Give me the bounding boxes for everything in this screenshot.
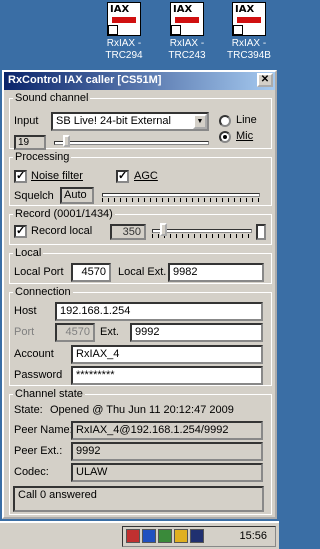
- password-input[interactable]: *********: [71, 366, 263, 385]
- channel-state-legend: Channel state: [15, 388, 83, 400]
- peer-name-label: Peer Name:: [14, 424, 73, 436]
- desktop-icon-label: RxIAX -: [106, 38, 142, 49]
- signal-tray-icon[interactable]: [142, 529, 156, 543]
- codec-value: ULAW: [71, 463, 263, 482]
- window-title: RxControl IAX caller [CS51M]: [8, 74, 162, 86]
- processing-legend: Processing: [15, 151, 70, 163]
- connection-group: Connection Host 192.168.1.254 Port 4570 …: [9, 286, 272, 386]
- input-device-select[interactable]: SB Live! 24-bit External ▼: [51, 112, 209, 131]
- peer-name-value: RxIAX_4@192.168.1.254/9992: [71, 421, 263, 440]
- record-level-slider[interactable]: [152, 229, 252, 233]
- local-ext-label: Local Ext.: [118, 266, 167, 278]
- rxcontrol-window: RxControl IAX caller [CS51M] ✕ Sound cha…: [2, 70, 277, 519]
- record-local-checkbox[interactable]: ✓: [14, 225, 27, 238]
- connection-legend: Connection: [15, 286, 71, 298]
- noise-filter-checkbox[interactable]: ✓: [14, 170, 27, 183]
- record-level-value: 350: [110, 224, 146, 240]
- desktop-icon-label: TRC394B: [227, 50, 271, 61]
- state-value: Opened @ Thu Jun 11 20:12:47 2009: [50, 404, 234, 416]
- window-titlebar[interactable]: RxControl IAX caller [CS51M] ✕: [4, 72, 275, 90]
- input-level-slider-thumb[interactable]: [62, 135, 70, 147]
- line-radio[interactable]: [219, 115, 231, 127]
- ext-input[interactable]: 9992: [130, 323, 263, 342]
- input-level-value: 19: [14, 135, 46, 150]
- local-ext-input[interactable]: 9982: [168, 263, 264, 282]
- squelch-label: Squelch: [14, 190, 54, 202]
- record-slider-ticks: [152, 234, 252, 238]
- input-device-value: SB Live! 24-bit External: [56, 115, 171, 127]
- host-input[interactable]: 192.168.1.254: [55, 302, 263, 321]
- desktop-icon-trc394b[interactable]: IAX ↗ RxIAX - TRC394B: [221, 2, 277, 62]
- volume-tray-icon[interactable]: [174, 529, 188, 543]
- agc-label: AGC: [134, 170, 158, 182]
- record-level-slider-thumb[interactable]: [160, 223, 167, 236]
- system-tray: 15:56: [122, 526, 276, 547]
- iax-app-icon: IAX ↗: [107, 2, 141, 36]
- local-port-input[interactable]: 4570: [71, 263, 111, 282]
- peer-ext-value: 9992: [71, 442, 263, 461]
- record-group: Record (0001/1434) ✓ Record local 350: [9, 208, 272, 245]
- desktop-icon-label: TRC243: [168, 50, 206, 61]
- security-tray-icon[interactable]: [126, 529, 140, 543]
- desktop-icon-label: TRC294: [105, 50, 143, 61]
- port-label: Port: [14, 326, 35, 338]
- shortcut-arrow-icon: ↗: [171, 25, 181, 35]
- taskbar-clock: 15:56: [239, 530, 267, 542]
- input-level-slider[interactable]: [54, 141, 209, 145]
- call-log[interactable]: Call 0 answered: [13, 486, 264, 512]
- iax-app-icon: IAX ↗: [232, 2, 266, 36]
- local-group: Local Local Port 4570 Local Ext. 9982: [9, 247, 272, 284]
- ext-label: Ext.: [100, 326, 119, 338]
- desktop-icon-trc294[interactable]: IAX ↗ RxIAX - TRC294: [96, 2, 152, 62]
- network-tray-icon[interactable]: [158, 529, 172, 543]
- desktop-icon-label: RxIAX -: [169, 38, 205, 49]
- iax-app-icon: IAX ↗: [170, 2, 204, 36]
- squelch-slider[interactable]: [102, 193, 260, 197]
- local-legend: Local: [15, 247, 42, 259]
- password-label: Password: [14, 369, 63, 381]
- channel-state-group: Channel state State: Opened @ Thu Jun 11…: [9, 388, 272, 515]
- squelch-slider-ticks: [102, 198, 260, 202]
- port-input: 4570: [55, 323, 95, 342]
- sound-channel-group: Sound channel Input SB Live! 24-bit Exte…: [9, 92, 272, 150]
- desktop-icon-trc243[interactable]: IAX ↗ RxIAX - TRC243: [159, 2, 215, 62]
- desktop-icon-label: RxIAX -: [231, 38, 267, 49]
- account-input[interactable]: RxIAX_4: [71, 345, 263, 364]
- input-label: Input: [14, 115, 39, 127]
- squelch-value: Auto: [60, 187, 94, 204]
- agc-checkbox[interactable]: ✓: [116, 170, 129, 183]
- local-port-label: Local Port: [14, 266, 64, 278]
- peer-ext-label: Peer Ext.:: [14, 445, 63, 457]
- mic-radio[interactable]: [219, 131, 231, 143]
- record-indicator: [256, 224, 266, 240]
- processing-group: Processing ✓ Noise filter ✓ AGC Squelch …: [9, 151, 272, 206]
- record-legend: Record (0001/1434): [15, 208, 113, 220]
- account-label: Account: [14, 348, 54, 360]
- taskbar: 15:56: [0, 521, 279, 549]
- state-label: State:: [14, 404, 43, 416]
- record-local-label: Record local: [31, 225, 93, 237]
- noise-filter-label: Noise filter: [31, 170, 83, 182]
- sound-channel-legend: Sound channel: [15, 92, 89, 104]
- shortcut-arrow-icon: ↗: [233, 25, 243, 35]
- close-button[interactable]: ✕: [257, 73, 273, 87]
- shortcut-arrow-icon: ↗: [108, 25, 118, 35]
- mic-radio-label: Mic: [236, 130, 254, 142]
- host-label: Host: [14, 305, 37, 317]
- chevron-down-icon[interactable]: ▼: [193, 114, 207, 129]
- codec-label: Codec:: [14, 466, 49, 478]
- app-tray-icon[interactable]: [190, 529, 204, 543]
- line-radio-label: Line: [236, 114, 257, 126]
